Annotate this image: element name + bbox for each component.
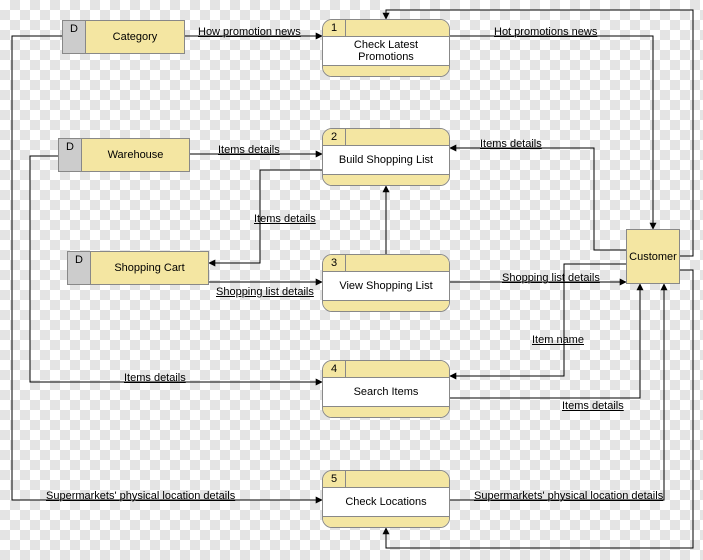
process-search-items[interactable]: 4 Search Items <box>322 360 450 418</box>
process-number: 4 <box>323 361 346 377</box>
datastore-label: Shopping Cart <box>91 252 208 284</box>
process-label: Check Locations <box>323 488 449 516</box>
flow-label: Items details <box>122 372 188 384</box>
entity-customer[interactable]: Customer <box>626 229 680 284</box>
datastore-shopping-cart[interactable]: D Shopping Cart <box>67 251 209 285</box>
process-label: Build Shopping List <box>323 146 449 174</box>
datastore-label: Category <box>86 21 184 53</box>
datastore-tag: D <box>63 21 86 53</box>
datastore-label: Warehouse <box>82 139 189 171</box>
datastore-tag: D <box>68 252 91 284</box>
flow-label: Supermarkets' physical location details <box>472 490 665 502</box>
flow-label: Items details <box>216 144 282 156</box>
flow-label: Items details <box>252 213 318 225</box>
process-check-locations[interactable]: 5 Check Locations <box>322 470 450 528</box>
flow-label: Shopping list details <box>500 272 602 284</box>
process-number: 2 <box>323 129 346 145</box>
process-label: Check Latest Promotions <box>323 37 449 65</box>
flow-label: Supermarkets' physical location details <box>44 490 237 502</box>
entity-label: Customer <box>629 251 677 263</box>
process-number: 5 <box>323 471 346 487</box>
process-label: Search Items <box>323 378 449 406</box>
process-view-shopping-list[interactable]: 3 View Shopping List <box>322 254 450 312</box>
process-number: 1 <box>323 20 346 36</box>
datastore-tag: D <box>59 139 82 171</box>
flow-label: Item name <box>530 334 586 346</box>
flow-label: Items details <box>478 138 544 150</box>
process-check-latest-promotions[interactable]: 1 Check Latest Promotions <box>322 19 450 77</box>
flow-label: Shopping list details <box>214 286 316 298</box>
datastore-category[interactable]: D Category <box>62 20 185 54</box>
flow-label: Hot promotions news <box>492 26 599 38</box>
process-number: 3 <box>323 255 346 271</box>
process-label: View Shopping List <box>323 272 449 300</box>
flow-label: How promotion news <box>196 26 303 38</box>
process-build-shopping-list[interactable]: 2 Build Shopping List <box>322 128 450 186</box>
flow-label: Items details <box>560 400 626 412</box>
datastore-warehouse[interactable]: D Warehouse <box>58 138 190 172</box>
